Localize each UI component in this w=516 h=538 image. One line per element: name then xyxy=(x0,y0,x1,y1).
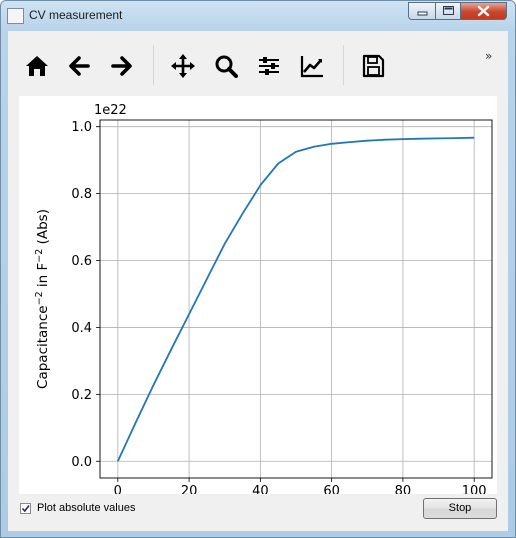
plot-absolute-label[interactable]: Plot absolute values xyxy=(37,502,135,514)
stop-button[interactable]: Stop xyxy=(423,498,497,519)
y-axis-label-part: Capacitance xyxy=(35,305,51,389)
x-tick-label: 100 xyxy=(462,484,487,494)
cv-chart: 0204060801000.00.20.40.60.81.01e22Source… xyxy=(34,103,493,494)
toolbar-overflow-button[interactable]: » xyxy=(485,49,492,63)
x-tick-label: 80 xyxy=(395,484,412,494)
x-tick-label: 60 xyxy=(323,484,340,494)
y-tick-label: 0.2 xyxy=(71,388,92,403)
window-title: CV measurement xyxy=(29,8,123,22)
plot-canvas[interactable]: 0204060801000.00.20.40.60.81.01e22Source… xyxy=(19,96,497,494)
pan-move-icon[interactable] xyxy=(168,51,198,81)
maximize-icon xyxy=(443,6,454,15)
minimize-icon xyxy=(417,11,428,16)
x-tick-label: 40 xyxy=(252,484,269,494)
x-tick-label: 20 xyxy=(181,484,198,494)
y-axis-label-superscript: −2 xyxy=(34,291,45,305)
forward-arrow-icon[interactable] xyxy=(107,51,137,81)
back-arrow-icon[interactable] xyxy=(64,51,94,81)
checkmark-icon xyxy=(21,505,30,513)
navigation-toolbar: » xyxy=(8,31,508,93)
close-icon xyxy=(477,5,490,17)
window-client-area: » 0204060801000.00.20.40.60.81.01e22Sour… xyxy=(8,31,508,531)
minimize-button[interactable] xyxy=(408,2,435,20)
save-floppy-icon[interactable] xyxy=(358,51,388,81)
toolbar-separator xyxy=(153,45,154,85)
y-tick-label: 0.8 xyxy=(71,187,92,202)
home-icon[interactable] xyxy=(22,51,52,81)
app-window-icon xyxy=(7,8,24,24)
configure-subplots-icon[interactable] xyxy=(254,51,284,81)
app-window: CV measurement » 0 20 40 60 80 100 0.0 0… xyxy=(0,0,516,538)
axes-line-edit-icon[interactable] xyxy=(297,51,327,81)
y-tick-label: 0.4 xyxy=(71,321,92,336)
axes-frame xyxy=(99,119,493,479)
data-line-series xyxy=(116,136,475,462)
y-offset-text: 1e22 xyxy=(94,103,127,118)
plot-absolute-checkbox[interactable] xyxy=(20,503,31,514)
y-axis-label-superscript: −2 xyxy=(34,249,45,263)
toolbar-separator xyxy=(343,45,344,85)
y-axis-label-part: in F xyxy=(35,263,51,292)
y-tick-label: 0.6 xyxy=(71,254,92,269)
title-bar[interactable]: CV measurement xyxy=(1,1,515,31)
y-tick-label: 1.0 xyxy=(71,120,92,135)
close-button[interactable] xyxy=(461,2,507,20)
y-tick-label: 0.0 xyxy=(71,455,92,470)
y-axis-label-part: (Abs) xyxy=(35,209,51,249)
bottom-controls: Plot absolute values Stop xyxy=(8,494,508,531)
y-axis-label: Capacitance−2 in F−2 (Abs) xyxy=(34,209,52,389)
x-tick-label: 0 xyxy=(114,484,122,494)
maximize-button[interactable] xyxy=(435,2,461,20)
zoom-magnifier-icon[interactable] xyxy=(211,51,241,81)
